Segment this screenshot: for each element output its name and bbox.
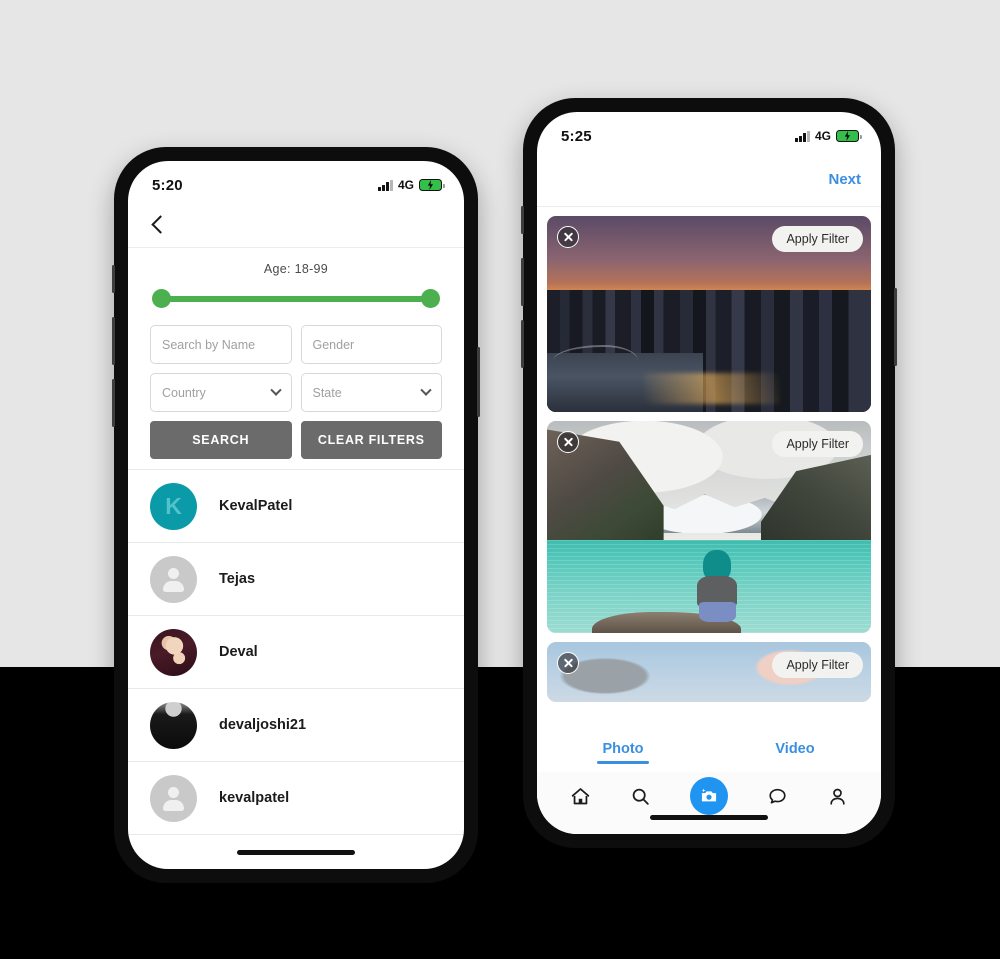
volume-up-button[interactable] — [112, 317, 115, 365]
list-item-label: kevalpatel — [219, 790, 290, 806]
media-card[interactable]: Apply Filter — [547, 421, 871, 633]
slider-track — [160, 296, 432, 302]
media-card[interactable]: Apply Filter — [547, 642, 871, 702]
state-select[interactable]: State — [300, 373, 442, 412]
gender-placeholder: Gender — [312, 337, 355, 352]
tab-home[interactable] — [570, 786, 591, 807]
phone-mockup-right: 5:25 4G Next Apply Filter Apply Filter A… — [521, 98, 897, 848]
list-item-label: Deval — [219, 644, 258, 660]
apply-filter-button[interactable]: Apply Filter — [772, 226, 863, 252]
battery-charging-icon — [836, 130, 862, 142]
age-range-label: Age: 18-99 — [263, 262, 329, 276]
close-icon[interactable] — [557, 226, 579, 248]
tab-video[interactable]: Video — [709, 741, 881, 764]
battery-charging-icon — [419, 179, 445, 191]
home-icon — [572, 787, 590, 804]
status-time: 5:25 — [561, 127, 592, 145]
chevron-down-icon — [269, 384, 282, 396]
volume-down-button[interactable] — [521, 320, 524, 368]
bottom-tab-bar — [537, 772, 881, 834]
status-indicators: 4G — [795, 129, 862, 143]
navigation-bar-left — [128, 201, 464, 248]
media-type-tabs: Photo Video — [537, 732, 881, 772]
close-icon[interactable] — [557, 652, 579, 674]
home-indicator[interactable] — [650, 815, 768, 820]
cellular-signal-icon — [378, 179, 393, 191]
media-card[interactable]: Apply Filter — [547, 216, 871, 412]
phone-screen-left: 5:20 4G Age: 18-99 Search by Name Gender… — [128, 161, 464, 869]
volume-up-button[interactable] — [521, 258, 524, 306]
filter-row-2: Country State — [150, 373, 442, 412]
phone-screen-right: 5:25 4G Next Apply Filter Apply Filter A… — [537, 112, 881, 834]
tab-profile[interactable] — [827, 786, 848, 807]
avatar — [150, 701, 197, 749]
volume-down-button[interactable] — [112, 379, 115, 427]
avatar — [150, 628, 197, 676]
avatar: K — [150, 482, 197, 530]
list-item[interactable]: devaljoshi21 — [128, 689, 464, 762]
status-bar-left: 5:20 4G — [128, 161, 464, 201]
network-type-label: 4G — [814, 129, 831, 143]
screenshot-canvas: 5:20 4G Age: 18-99 Search by Name Gender… — [0, 0, 1000, 959]
list-item-label: devaljoshi21 — [219, 717, 307, 733]
slider-handle-min[interactable] — [152, 289, 171, 308]
mute-switch[interactable] — [521, 206, 524, 234]
avatar — [150, 774, 197, 822]
apply-filter-button[interactable]: Apply Filter — [772, 431, 863, 457]
close-icon[interactable] — [557, 431, 579, 453]
network-type-label: 4G — [397, 178, 414, 192]
person-icon — [829, 788, 845, 805]
age-range-slider[interactable] — [152, 289, 440, 309]
person-icon — [161, 566, 187, 592]
chevron-down-icon — [420, 384, 432, 396]
person-icon — [161, 785, 187, 811]
back-chevron-icon[interactable] — [151, 214, 170, 234]
country-placeholder: Country — [162, 385, 206, 400]
tab-search[interactable] — [630, 786, 651, 807]
gender-input[interactable]: Gender — [300, 325, 442, 364]
status-bar-right: 5:25 4G — [537, 112, 881, 152]
status-time: 5:20 — [152, 176, 183, 194]
tab-photo[interactable]: Photo — [537, 741, 709, 764]
country-select[interactable]: Country — [150, 373, 292, 412]
home-indicator[interactable] — [237, 850, 355, 855]
user-results-list: K KevalPatel Tejas Deval devaljoshi21 ke… — [128, 469, 464, 835]
status-indicators: 4G — [378, 178, 445, 192]
search-by-name-input[interactable]: Search by Name — [150, 325, 292, 364]
navigation-bar-right: Next — [537, 152, 881, 207]
search-button[interactable]: SEARCH — [150, 421, 292, 459]
filter-actions: SEARCH CLEAR FILTERS — [150, 421, 442, 459]
clear-filters-button[interactable]: CLEAR FILTERS — [300, 421, 442, 459]
state-placeholder: State — [312, 385, 342, 400]
media-picker-list[interactable]: Apply Filter Apply Filter Apply Filter — [537, 207, 881, 702]
power-button[interactable] — [894, 288, 897, 366]
cellular-signal-icon — [795, 130, 810, 142]
list-item[interactable]: Tejas — [128, 543, 464, 616]
list-item[interactable]: Deval — [128, 616, 464, 689]
list-item[interactable]: kevalpatel — [128, 762, 464, 835]
avatar — [150, 555, 197, 603]
next-button[interactable]: Next — [828, 171, 861, 188]
list-item-label: Tejas — [219, 571, 256, 587]
filter-row-1: Search by Name Gender — [150, 325, 442, 364]
list-item[interactable]: K KevalPatel — [128, 470, 464, 543]
camera-add-icon[interactable] — [689, 777, 728, 815]
mute-switch[interactable] — [112, 265, 115, 293]
chat-bubble-icon — [769, 788, 786, 804]
slider-handle-max[interactable] — [421, 289, 440, 308]
search-by-name-placeholder: Search by Name — [162, 337, 256, 352]
tab-messages[interactable] — [767, 786, 788, 807]
filter-panel: Age: 18-99 Search by Name Gender Country… — [128, 248, 464, 459]
tab-camera[interactable] — [689, 777, 728, 815]
apply-filter-button[interactable]: Apply Filter — [772, 652, 863, 678]
power-button[interactable] — [477, 347, 480, 417]
list-item-label: KevalPatel — [219, 498, 293, 514]
search-icon — [632, 788, 649, 805]
phone-mockup-left: 5:20 4G Age: 18-99 Search by Name Gender… — [112, 147, 480, 883]
